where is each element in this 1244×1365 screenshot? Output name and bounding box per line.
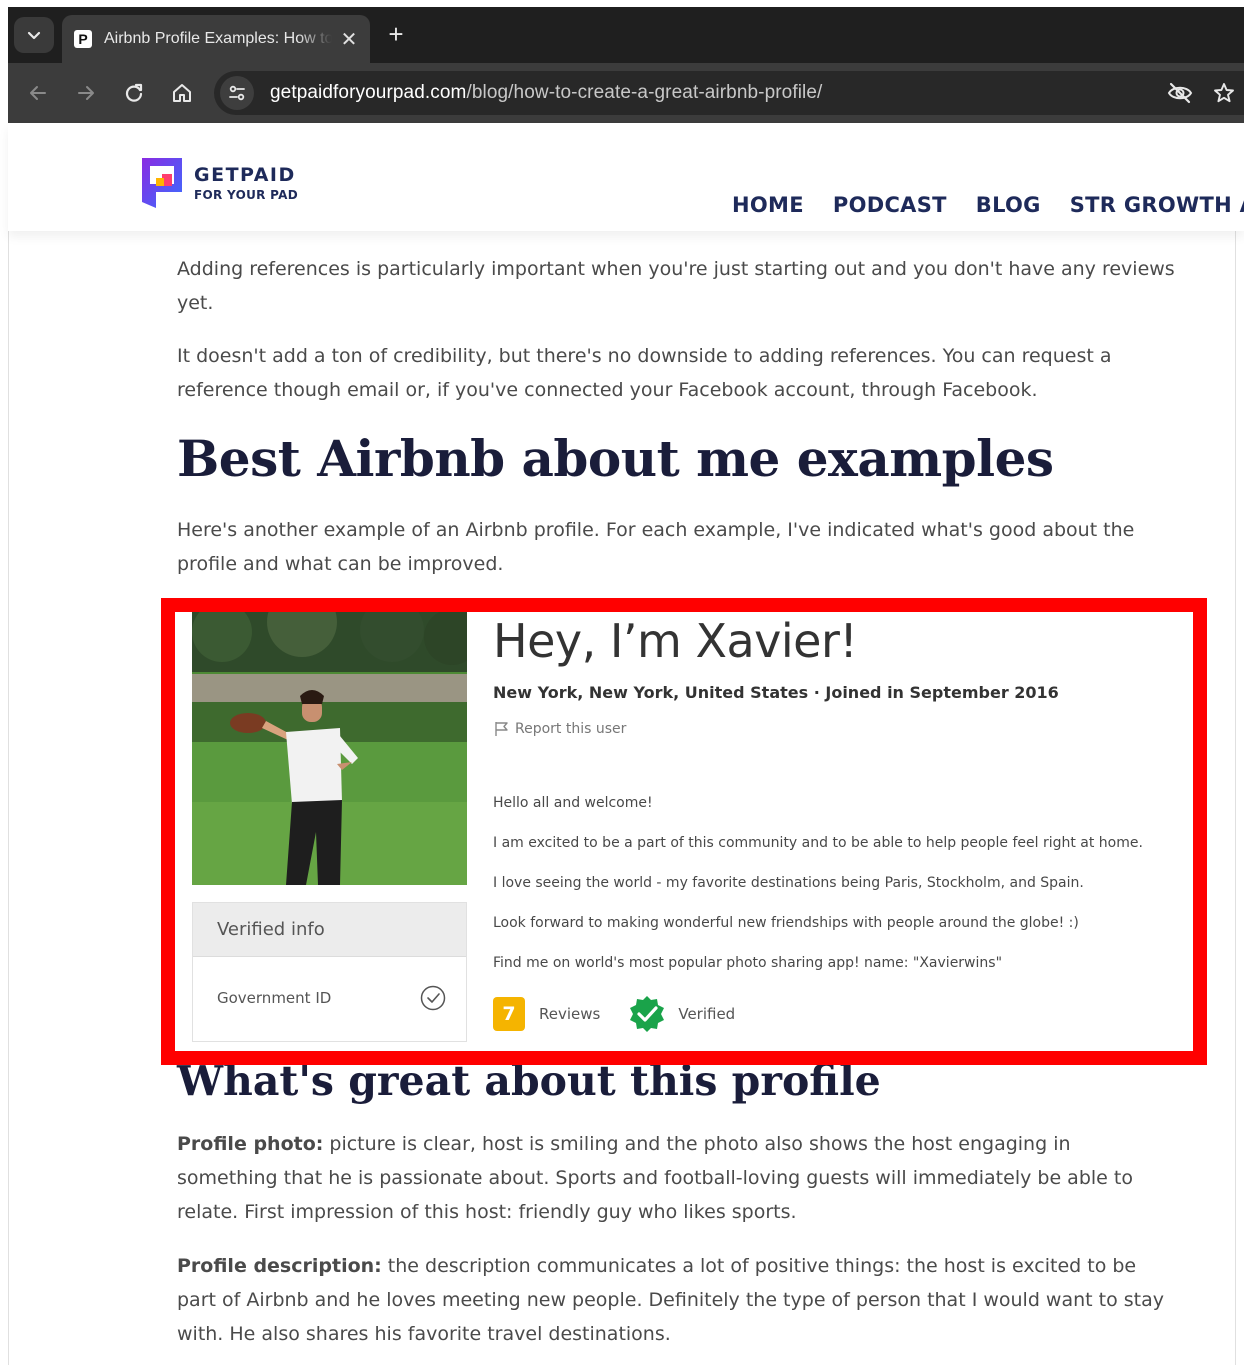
main-nav: HOME PODCAST BLOG STR GROWTH ACCE xyxy=(732,193,1244,217)
profile-location: New York, New York, United States · Join… xyxy=(493,683,1059,702)
heading-best-examples: Best Airbnb about me examples xyxy=(177,429,1054,488)
review-count-badge: 7 xyxy=(493,997,525,1031)
report-user-label: Report this user xyxy=(515,721,627,737)
profile-greeting: Hey, I’m Xavier! xyxy=(493,614,858,668)
profile-photo-label: Profile photo: xyxy=(177,1133,324,1155)
profile-description-label: Profile description: xyxy=(177,1255,382,1277)
site-info-button[interactable] xyxy=(220,76,254,110)
bookmark-button[interactable] xyxy=(1208,77,1240,109)
profile-about-line: Find me on world's most popular photo sh… xyxy=(493,955,1003,971)
tracking-protection-button[interactable] xyxy=(1164,77,1196,109)
url-text[interactable]: getpaidforyourpad.com/blog/how-to-create… xyxy=(270,82,822,104)
tab-bar: P Airbnb Profile Examples: How to Create… xyxy=(8,7,1244,63)
paragraph-profile-description: Profile description: the description com… xyxy=(177,1249,1177,1351)
profile-stats: 7 Reviews Verified xyxy=(493,995,735,1033)
nav-home[interactable]: HOME xyxy=(732,193,804,217)
verified-badge-icon xyxy=(630,996,665,1032)
profile-photo-image xyxy=(192,612,467,885)
report-user-link[interactable]: Report this user xyxy=(493,720,626,738)
flag-icon xyxy=(495,722,508,736)
logo-title: GETPAID xyxy=(194,164,296,186)
forward-button[interactable] xyxy=(70,77,102,109)
profile-about-line: Look forward to making wonderful new fri… xyxy=(493,915,1079,931)
url-path: /blog/how-to-create-a-great-airbnb-profi… xyxy=(466,82,823,103)
home-icon xyxy=(173,84,191,102)
paragraph-profile-photo: Profile photo: picture is clear, host is… xyxy=(177,1127,1177,1229)
arrow-right-icon xyxy=(78,86,94,100)
browser-toolbar: getpaidforyourpad.com/blog/how-to-create… xyxy=(8,63,1244,123)
arrow-left-icon xyxy=(30,86,46,100)
address-bar[interactable]: getpaidforyourpad.com/blog/how-to-create… xyxy=(214,71,1244,115)
tune-icon xyxy=(229,85,245,101)
home-button[interactable] xyxy=(166,77,198,109)
url-host: getpaidforyourpad.com xyxy=(270,82,467,103)
close-tab-icon[interactable]: ✕ xyxy=(338,27,360,52)
reload-button[interactable] xyxy=(118,77,150,109)
check-circle-icon xyxy=(420,985,446,1011)
paragraph-references: Adding references is particularly import… xyxy=(177,258,1175,314)
browser-window: P Airbnb Profile Examples: How to Create… xyxy=(8,7,1244,123)
chevron-down-icon xyxy=(27,31,41,40)
government-id-label: Government ID xyxy=(217,989,332,1007)
tab-search-button[interactable] xyxy=(14,17,54,53)
tab-title: Airbnb Profile Examples: How to Create a… xyxy=(104,30,332,47)
verified-info-panel: Verified info Government ID xyxy=(192,902,467,1042)
paragraph-intro: Here's another example of an Airbnb prof… xyxy=(177,519,1135,575)
profile-screenshot-highlight: Verified info Government ID Hey, I’m Xav… xyxy=(161,598,1207,1065)
profile-about-line: I am excited to be a part of this commun… xyxy=(493,835,1143,851)
site-logo[interactable]: GETPAID FOR YOUR PAD xyxy=(142,158,298,208)
browser-tab-active[interactable]: P Airbnb Profile Examples: How to Create… xyxy=(62,15,370,63)
government-id-row: Government ID xyxy=(193,957,466,1011)
nav-podcast[interactable]: PODCAST xyxy=(833,193,947,217)
new-tab-button[interactable]: + xyxy=(382,21,410,49)
profile-about-line: I love seeing the world - my favorite de… xyxy=(493,875,1084,891)
profile-photo xyxy=(192,612,467,885)
paragraph-references-2: It doesn't add a ton of credibility, but… xyxy=(177,345,1112,401)
article-body: Adding references is particularly import… xyxy=(8,231,1236,1365)
verified-info-header: Verified info xyxy=(193,903,466,957)
verified-label: Verified xyxy=(678,1005,736,1023)
logo-subtitle: FOR YOUR PAD xyxy=(194,188,298,202)
site-favicon-icon: P xyxy=(74,30,92,48)
star-icon xyxy=(1214,83,1234,103)
site-header: GETPAID FOR YOUR PAD HOME PODCAST BLOG S… xyxy=(8,123,1244,231)
profile-about-line: Hello all and welcome! xyxy=(493,795,653,811)
nav-blog[interactable]: BLOG xyxy=(976,193,1041,217)
nav-str-growth[interactable]: STR GROWTH ACCE xyxy=(1070,193,1244,217)
back-button[interactable] xyxy=(22,77,54,109)
reload-icon xyxy=(125,83,143,102)
eye-off-icon xyxy=(1167,82,1193,104)
reviews-label[interactable]: Reviews xyxy=(539,1005,600,1023)
getpaid-logo-icon xyxy=(142,158,182,208)
